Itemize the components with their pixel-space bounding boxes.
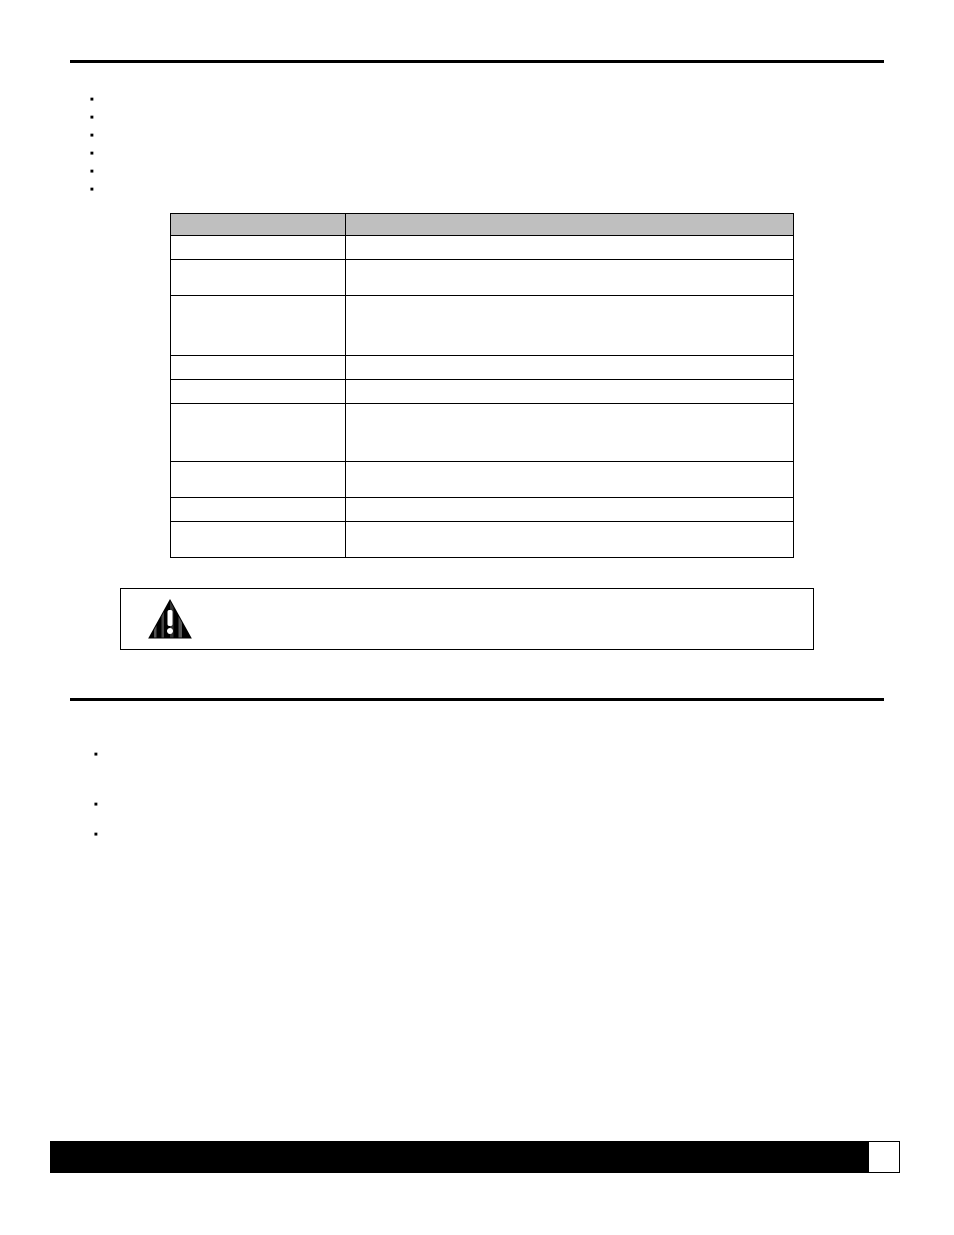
table-cell-desc xyxy=(346,522,794,558)
section-divider xyxy=(70,60,884,63)
table-cell-desc xyxy=(346,498,794,522)
section-2 xyxy=(70,698,884,845)
table-cell-desc xyxy=(346,462,794,498)
table-cell-label xyxy=(171,296,346,356)
table-cell-desc xyxy=(346,404,794,462)
spec-table-wrap xyxy=(170,213,794,558)
table-cell-label xyxy=(171,260,346,296)
page-footer xyxy=(50,1141,900,1173)
list-item xyxy=(90,127,884,145)
list-item xyxy=(90,181,884,199)
table-row xyxy=(171,522,794,558)
table-row xyxy=(171,260,794,296)
table-header-label xyxy=(171,214,346,236)
spec-table xyxy=(170,213,794,558)
list-item xyxy=(90,145,884,163)
warning-icon xyxy=(147,598,193,640)
list-item xyxy=(94,795,884,815)
warning-callout xyxy=(120,588,814,650)
feature-list xyxy=(90,91,884,199)
section-1 xyxy=(70,60,884,650)
section2-list xyxy=(94,745,884,845)
list-item xyxy=(90,163,884,181)
table-cell-label xyxy=(171,498,346,522)
table-header-desc xyxy=(346,214,794,236)
table-cell-label xyxy=(171,404,346,462)
table-row xyxy=(171,380,794,404)
list-item xyxy=(90,109,884,127)
table-cell-desc xyxy=(346,380,794,404)
section-divider xyxy=(70,698,884,701)
table-row xyxy=(171,296,794,356)
table-cell-desc xyxy=(346,356,794,380)
table-cell-label xyxy=(171,356,346,380)
table-cell-label xyxy=(171,522,346,558)
table-row xyxy=(171,356,794,380)
list-item xyxy=(94,745,884,785)
table-row xyxy=(171,236,794,260)
table-cell-label xyxy=(171,236,346,260)
table-row xyxy=(171,498,794,522)
page-number-box xyxy=(868,1141,900,1173)
list-item xyxy=(90,91,884,109)
table-cell-desc xyxy=(346,296,794,356)
list-item xyxy=(94,825,884,845)
table-cell-label xyxy=(171,462,346,498)
table-row xyxy=(171,404,794,462)
footer-background xyxy=(50,1141,866,1173)
table-cell-desc xyxy=(346,236,794,260)
table-cell-desc xyxy=(346,260,794,296)
table-header-row xyxy=(171,214,794,236)
table-row xyxy=(171,462,794,498)
table-cell-label xyxy=(171,380,346,404)
